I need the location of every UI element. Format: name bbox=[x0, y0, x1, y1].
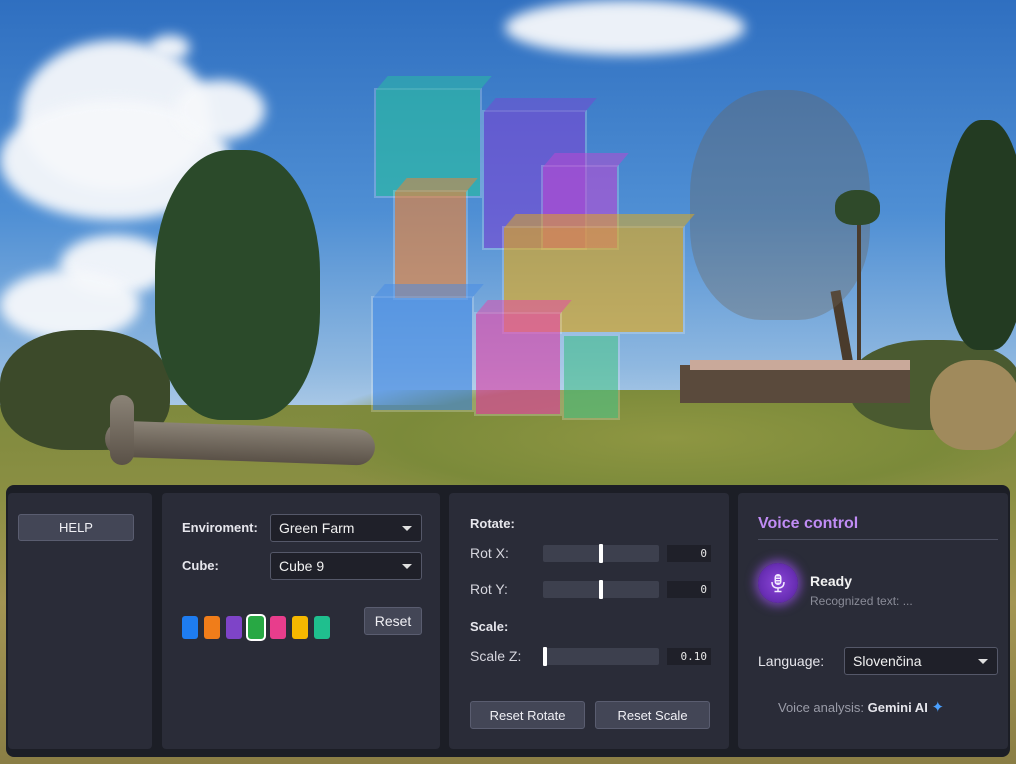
scale-z-slider[interactable] bbox=[543, 647, 659, 666]
cube-green[interactable] bbox=[562, 334, 620, 420]
voice-control-title: Voice control bbox=[758, 515, 859, 532]
rot-x-slider[interactable] bbox=[543, 544, 659, 563]
language-value: Slovenčina bbox=[853, 653, 922, 669]
language-select[interactable]: Slovenčina bbox=[844, 647, 998, 675]
cube-blue[interactable] bbox=[371, 284, 484, 412]
help-button[interactable]: HELP bbox=[18, 514, 134, 541]
reset-color-button[interactable]: Reset bbox=[364, 607, 422, 635]
rot-y-value[interactable]: 0 bbox=[667, 581, 711, 598]
cloud bbox=[175, 80, 265, 140]
scale-heading: Scale: bbox=[470, 619, 509, 634]
color-swatch-orange[interactable] bbox=[204, 616, 220, 639]
environment-select[interactable]: Green Farm bbox=[270, 514, 422, 542]
scale-z-value[interactable]: 0.10 bbox=[667, 648, 711, 665]
rotate-heading: Rotate: bbox=[470, 516, 515, 531]
pine-tree bbox=[155, 150, 320, 420]
rot-y-slider[interactable] bbox=[543, 580, 659, 599]
scale-z-label: Scale Z: bbox=[470, 648, 522, 664]
cube-label: Cube: bbox=[182, 558, 219, 573]
cube-pink[interactable] bbox=[474, 300, 572, 416]
palm-crown bbox=[835, 190, 880, 225]
color-swatch-purple[interactable] bbox=[226, 616, 242, 639]
chevron-down-icon bbox=[402, 526, 412, 531]
control-panel: HELP Enviroment: Green Farm Cube: Cube 9… bbox=[6, 485, 1010, 757]
farm-house-roof bbox=[690, 360, 910, 370]
color-swatch-yellow[interactable] bbox=[292, 616, 308, 639]
voice-analysis-prefix: Voice analysis: bbox=[778, 700, 868, 715]
divider bbox=[758, 539, 998, 540]
reset-scale-button[interactable]: Reset Scale bbox=[595, 701, 710, 729]
microphone-icon bbox=[771, 574, 785, 593]
recognized-text: Recognized text: ... bbox=[810, 594, 913, 608]
sparkle-icon: ✦ bbox=[931, 699, 945, 716]
cube-value: Cube 9 bbox=[279, 558, 325, 574]
palm-trunk bbox=[857, 215, 861, 365]
cloud bbox=[505, 0, 745, 55]
rot-y-thumb[interactable] bbox=[599, 580, 603, 599]
rot-y-label: Rot Y: bbox=[470, 581, 508, 597]
microphone-button[interactable] bbox=[758, 563, 798, 603]
help-section: HELP bbox=[8, 493, 152, 749]
environment-value: Green Farm bbox=[279, 520, 355, 536]
color-swatch-green[interactable] bbox=[248, 616, 264, 639]
rot-x-value[interactable]: 0 bbox=[667, 545, 711, 562]
color-swatch-blue[interactable] bbox=[182, 616, 198, 639]
chevron-down-icon bbox=[402, 564, 412, 569]
voice-status: Ready bbox=[810, 573, 853, 589]
voice-analysis-engine: Gemini AI bbox=[867, 700, 928, 715]
color-swatch-pink[interactable] bbox=[270, 616, 286, 639]
transform-section: Rotate: Rot X: 0 Rot Y: 0 Scale: Scale Z… bbox=[449, 493, 729, 749]
cube-select[interactable]: Cube 9 bbox=[270, 552, 422, 580]
scale-z-thumb[interactable] bbox=[543, 647, 547, 666]
reset-rotate-button[interactable]: Reset Rotate bbox=[470, 701, 585, 729]
chevron-down-icon bbox=[978, 659, 988, 664]
dry-grass bbox=[930, 360, 1016, 450]
voice-analysis: Voice analysis: Gemini AI ✦ bbox=[778, 698, 944, 716]
language-label: Language: bbox=[758, 653, 825, 669]
cloud bbox=[150, 35, 190, 60]
rot-x-label: Rot X: bbox=[470, 545, 509, 561]
voice-section: Voice control Ready Recognized text: ...… bbox=[738, 493, 1008, 749]
tree-right bbox=[945, 120, 1016, 350]
environment-label: Enviroment: bbox=[182, 520, 258, 535]
fallen-log bbox=[110, 395, 134, 465]
farm-house bbox=[680, 365, 910, 403]
rot-x-thumb[interactable] bbox=[599, 544, 603, 563]
environment-section: Enviroment: Green Farm Cube: Cube 9 Rese… bbox=[162, 493, 440, 749]
color-swatch-teal[interactable] bbox=[314, 616, 330, 639]
